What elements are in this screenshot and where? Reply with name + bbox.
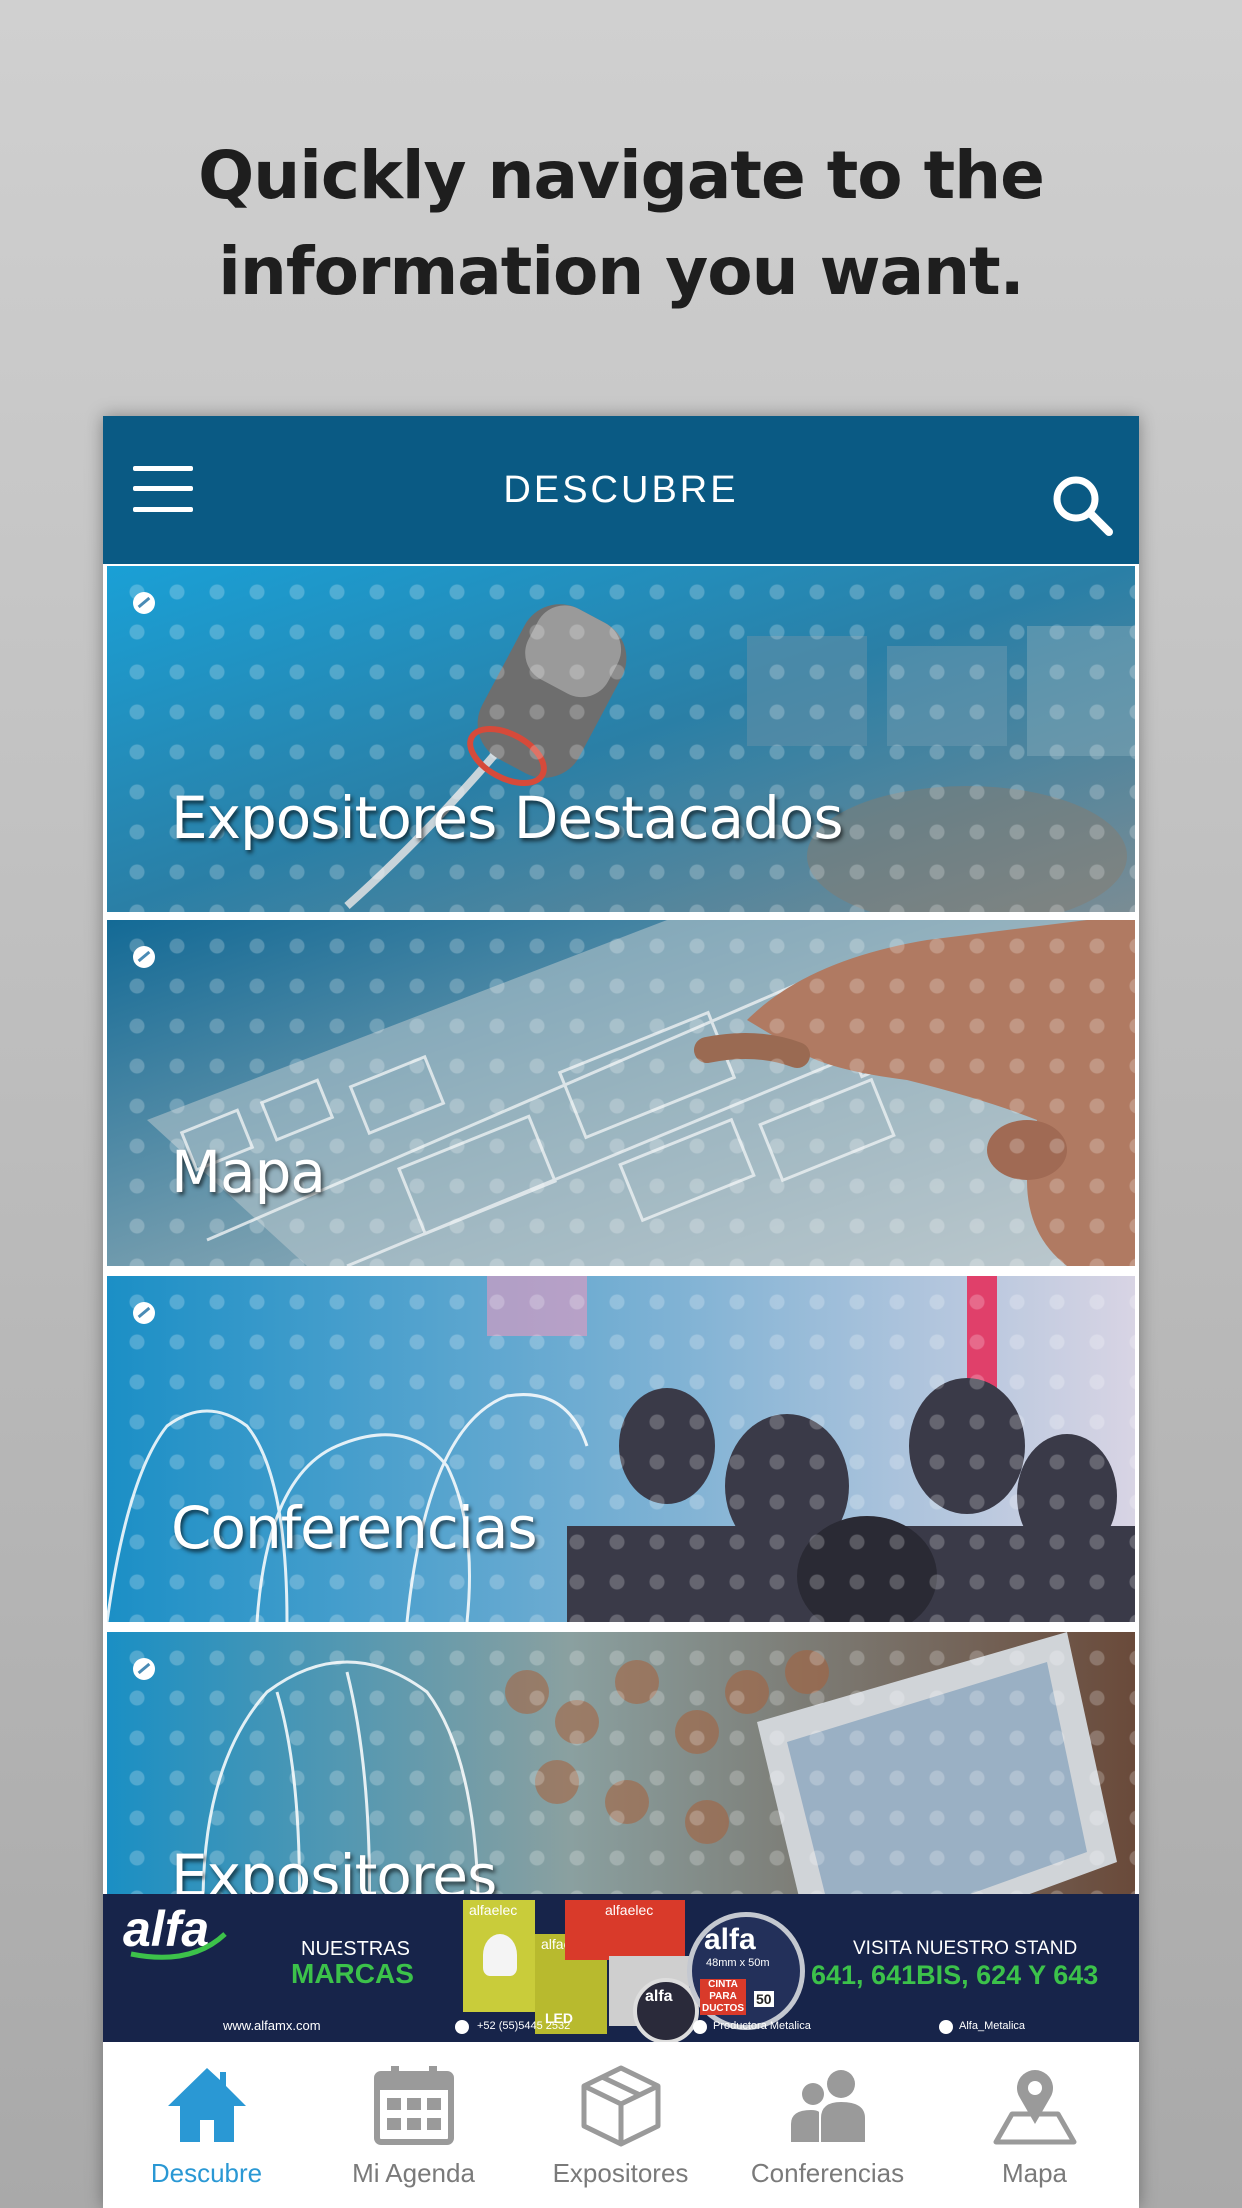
ad-twitter: Alfa_Metalica	[959, 2020, 1026, 2032]
people-icon	[791, 2070, 865, 2142]
map-pin-icon	[993, 2070, 1077, 2145]
ad-tape-roll: alfa 48mm x 50m CINTA PARA DUCTOS 50	[687, 1912, 805, 2030]
card-expositores[interactable]: Expositores	[107, 1632, 1135, 1894]
tab-descubre[interactable]: Descubre	[103, 2042, 310, 2208]
tab-label: Conferencias	[750, 2158, 905, 2188]
card-expositores-destacados[interactable]: Expositores Destacados	[107, 566, 1135, 912]
headline-line-2: information you want.	[218, 233, 1024, 310]
page-title: DESCUBRE	[503, 469, 739, 511]
ad-stand-numbers: 641, 641BIS, 624 Y 643	[811, 1960, 1099, 1990]
tab-label: Expositores	[552, 2158, 689, 2188]
pin-icon	[133, 946, 155, 968]
ad-phone: +52 (55)5445 2532	[477, 2020, 571, 2032]
facebook-icon	[693, 2020, 707, 2034]
card-conferencias[interactable]: Conferencias	[107, 1276, 1135, 1622]
ad-visita: VISITA NUESTRO STAND	[853, 1938, 1078, 1959]
pin-icon	[133, 1302, 155, 1324]
ad-marcas: MARCAS	[291, 1958, 414, 1989]
ad-logo-swoosh	[130, 1932, 227, 1960]
headline: Quickly navigate to the information you …	[0, 128, 1242, 320]
headline-line-1: Quickly navigate to the	[198, 137, 1045, 214]
tab-bar: Descubre Mi Agenda Expositores Conferenc…	[103, 2042, 1139, 2208]
ad-website: www.alfamx.com	[223, 2018, 321, 2033]
card-label: Expositores Destacados	[171, 784, 844, 852]
card-label: Mapa	[171, 1138, 326, 1206]
tab-conferencias[interactable]: Conferencias	[724, 2042, 931, 2208]
pin-icon	[133, 592, 155, 614]
tab-expositores[interactable]: Expositores	[517, 2042, 724, 2208]
ad-facebook: Productora Metalica	[713, 2020, 811, 2032]
tab-mapa[interactable]: Mapa	[931, 2042, 1138, 2208]
ad-product-box-1: alfaelec	[463, 1900, 535, 2012]
pin-icon	[133, 1658, 155, 1680]
calendar-icon	[374, 2066, 454, 2145]
home-icon	[168, 2068, 246, 2142]
tab-label: Mi Agenda	[352, 2158, 475, 2188]
advertisement-banner[interactable]: alfa NUESTRAS MARCAS alfaelec alfaelec L…	[103, 1894, 1139, 2042]
phone-screen: DESCUBRE Expositores Destacados Mapa Con…	[103, 416, 1139, 2208]
tab-label: Mapa	[1001, 2158, 1068, 2188]
card-mapa[interactable]: Mapa	[107, 920, 1135, 1266]
tab-label: Descubre	[150, 2158, 263, 2188]
card-label: Conferencias	[171, 1494, 538, 1562]
box-icon	[581, 2065, 661, 2147]
card-label: Expositores	[171, 1842, 497, 1894]
tab-mi-agenda[interactable]: Mi Agenda	[310, 2042, 517, 2208]
ad-product-box-3: alfaelec	[565, 1900, 685, 1960]
navigation-bar: DESCUBRE	[103, 416, 1139, 564]
twitter-icon	[939, 2020, 953, 2034]
phone-icon	[455, 2020, 469, 2034]
search-icon[interactable]	[1051, 474, 1113, 536]
